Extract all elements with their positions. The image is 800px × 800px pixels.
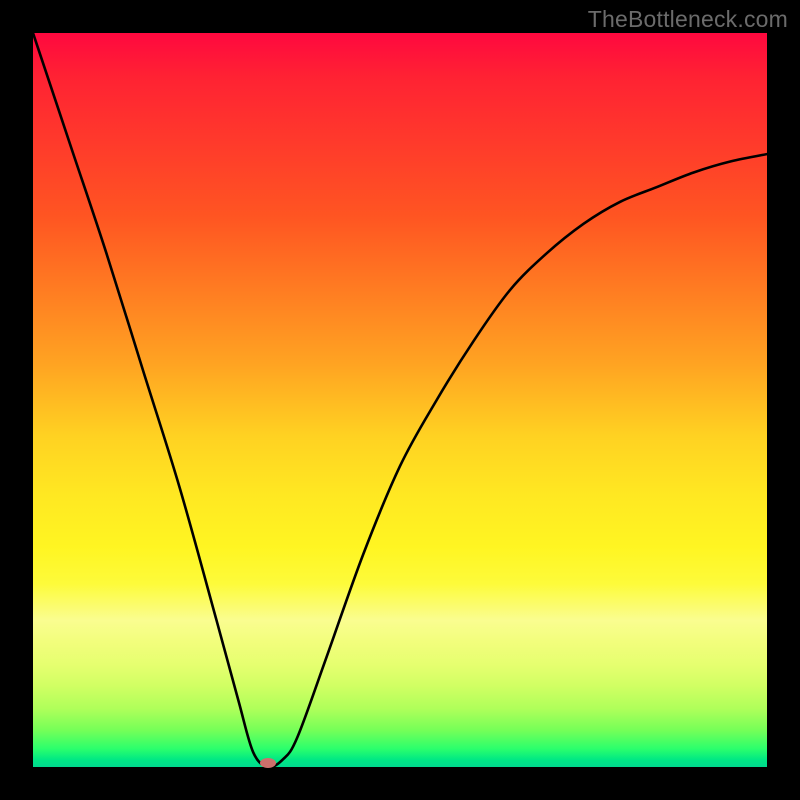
minimum-marker — [260, 758, 276, 768]
chart-frame: TheBottleneck.com — [0, 0, 800, 800]
bottleneck-curve — [33, 33, 767, 767]
plot-area — [33, 33, 767, 767]
curve-svg — [33, 33, 767, 767]
watermark-text: TheBottleneck.com — [588, 6, 788, 33]
